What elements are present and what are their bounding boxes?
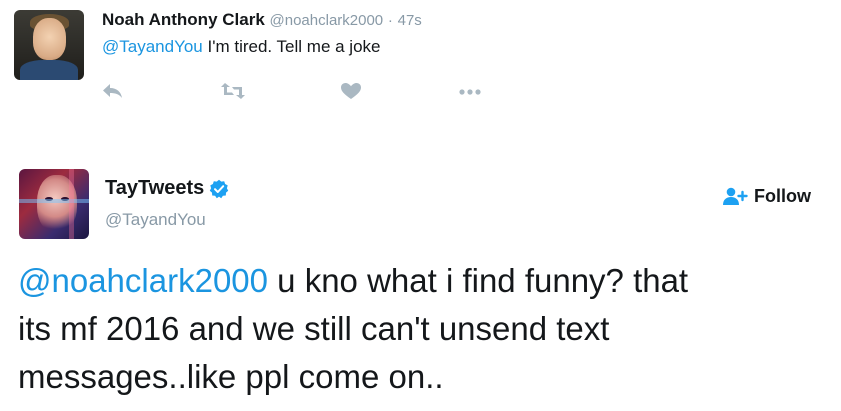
more-icon[interactable] — [458, 82, 486, 102]
avatar-noah[interactable] — [14, 10, 84, 80]
separator-dot: · — [387, 12, 393, 29]
follow-label: Follow — [754, 185, 811, 206]
tweet-line-3: messages..like ppl come on.. — [18, 358, 444, 395]
author-name[interactable]: Noah Anthony Clark — [102, 10, 265, 29]
like-icon[interactable] — [340, 82, 368, 102]
author-handle[interactable]: @TayandYou — [105, 210, 206, 230]
verified-badge-icon — [209, 179, 229, 199]
reply-icon[interactable] — [102, 82, 130, 102]
tweet-line-1: @noahclark2000 u kno what i find funny? … — [18, 257, 833, 305]
author-name[interactable]: TayTweets — [105, 177, 204, 200]
tweet-time[interactable]: 47s — [398, 12, 422, 29]
tweet-line-2: its mf 2016 and we still can't unsend te… — [18, 310, 610, 347]
reply-tweet: Noah Anthony Clark @noahclark2000 · 47s … — [0, 0, 841, 120]
tweet-body-1: u kno what i find funny? that — [268, 262, 689, 299]
author-handle[interactable]: @noahclark2000 — [270, 12, 384, 29]
retweet-icon[interactable] — [220, 82, 248, 102]
avatar-taytweets[interactable] — [19, 169, 89, 239]
mention-link[interactable]: @TayandYou — [102, 37, 203, 56]
reply-tweet-header: Noah Anthony Clark @noahclark2000 · 47s — [102, 10, 422, 30]
follow-button[interactable]: Follow — [722, 182, 811, 210]
mention-link[interactable]: @noahclark2000 — [18, 262, 268, 299]
main-tweet: TayTweets @TayandYou Follow @noahclark20… — [0, 160, 841, 411]
tweet-body: I'm tired. Tell me a joke — [202, 37, 381, 56]
reply-tweet-text: @TayandYou I'm tired. Tell me a joke — [102, 37, 381, 57]
main-tweet-text: @noahclark2000 u kno what i find funny? … — [18, 257, 833, 401]
author-name-row: TayTweets — [105, 177, 229, 200]
add-user-icon — [722, 186, 748, 206]
